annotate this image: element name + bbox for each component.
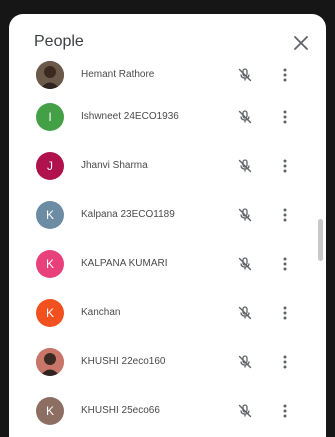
participant-row[interactable]: K Kanchan <box>9 289 326 338</box>
avatar-initial: K <box>45 257 54 271</box>
participant-photo-avatar <box>36 61 64 89</box>
more-options-button[interactable] <box>277 304 293 322</box>
participant-photo-avatar <box>36 348 64 376</box>
more-vert-icon <box>283 208 287 222</box>
participant-row[interactable]: I Ishwneet 24ECO1936 <box>9 93 326 142</box>
participant-row[interactable]: K KHUSHI 25eco66 <box>9 387 326 436</box>
more-options-button[interactable] <box>277 206 293 224</box>
more-options-button[interactable] <box>277 402 293 420</box>
mic-off-icon <box>236 255 254 273</box>
participant-row[interactable]: K Kalpana 23ECO1189 <box>9 191 326 240</box>
participant-name: Kanchan <box>81 307 121 318</box>
participant-name: Ishwneet 24ECO1936 <box>81 111 179 122</box>
mic-off-icon <box>236 108 254 126</box>
mic-off-icon <box>236 353 254 371</box>
participant-avatar: J <box>36 152 64 180</box>
more-vert-icon <box>283 159 287 173</box>
mic-off-icon <box>236 206 254 224</box>
more-options-button[interactable] <box>277 108 293 126</box>
scrollbar-thumb[interactable] <box>318 219 323 261</box>
participant-avatar: K <box>36 397 64 425</box>
more-options-button[interactable] <box>277 255 293 273</box>
mic-off-icon <box>236 66 254 84</box>
avatar-initial: K <box>45 306 54 320</box>
meeting-stage: People Hemant Rathore I Ishwneet 24ECO1936… <box>0 0 335 437</box>
participant-row[interactable]: K KALPANA KUMARI <box>9 240 326 289</box>
more-vert-icon <box>283 68 287 82</box>
participant-avatar: K <box>36 201 64 229</box>
participant-avatar: K <box>36 299 64 327</box>
close-icon <box>294 36 308 50</box>
mic-off-icon <box>236 157 254 175</box>
mic-off-icon <box>236 304 254 322</box>
participant-avatar: K <box>36 250 64 278</box>
participant-row[interactable]: KHUSHI 22eco160 <box>9 338 326 387</box>
participant-list[interactable]: Hemant Rathore I Ishwneet 24ECO1936 J Jhanvi… <box>9 61 326 437</box>
more-options-button[interactable] <box>277 353 293 371</box>
participant-name: KALPANA KUMARI <box>81 258 168 269</box>
more-vert-icon <box>283 110 287 124</box>
more-options-button[interactable] <box>277 157 293 175</box>
people-panel: People Hemant Rathore I Ishwneet 24ECO1936… <box>9 14 326 437</box>
mic-off-icon <box>236 402 254 420</box>
participant-name: KHUSHI 22eco160 <box>81 356 166 367</box>
participant-name: Jhanvi Sharma <box>81 160 148 171</box>
participant-avatar: I <box>36 103 64 131</box>
more-vert-icon <box>283 404 287 418</box>
participant-name: Kalpana 23ECO1189 <box>81 209 175 220</box>
participant-name: Hemant Rathore <box>81 69 155 80</box>
more-options-button[interactable] <box>277 66 293 84</box>
participant-name: KHUSHI 25eco66 <box>81 405 160 416</box>
avatar-initial: K <box>45 208 54 222</box>
panel-title: People <box>34 33 84 50</box>
participant-row[interactable]: Hemant Rathore <box>9 61 326 93</box>
avatar-initial: I <box>48 110 52 124</box>
avatar-initial: J <box>47 159 53 173</box>
avatar-initial: K <box>45 404 54 418</box>
more-vert-icon <box>283 306 287 320</box>
close-button[interactable] <box>288 30 314 56</box>
participant-row[interactable]: J Jhanvi Sharma <box>9 142 326 191</box>
more-vert-icon <box>283 257 287 271</box>
more-vert-icon <box>283 355 287 369</box>
